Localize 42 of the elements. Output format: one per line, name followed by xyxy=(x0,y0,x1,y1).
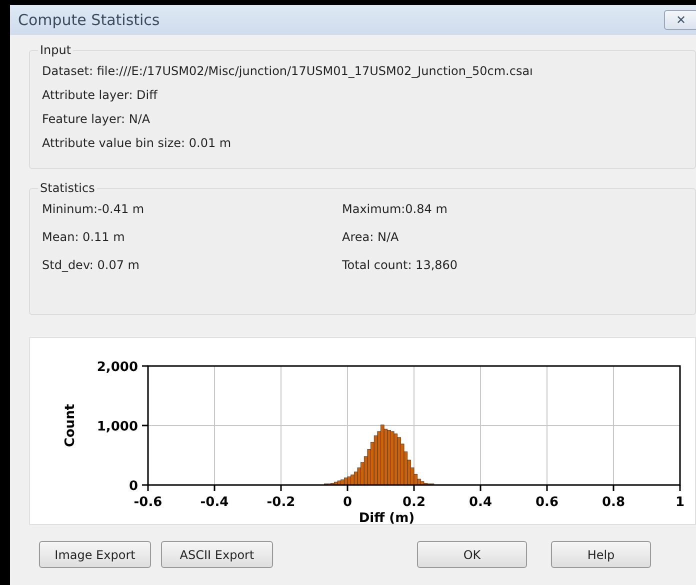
image-export-button[interactable]: Image Export xyxy=(39,541,151,568)
close-button[interactable]: ✕ xyxy=(664,10,696,30)
y-axis-title: Count xyxy=(63,404,78,448)
stat-text: Mininum:-0.41 m xyxy=(42,201,146,218)
tick-mark xyxy=(214,485,216,491)
info-text: Attribute layer: Diff xyxy=(42,87,159,104)
tick-mark xyxy=(142,424,148,426)
ok-button[interactable]: OK xyxy=(417,541,527,568)
x-tick-label: 0.8 xyxy=(602,495,626,510)
x-tick-label: -0.6 xyxy=(134,495,162,510)
x-tick-label: -0.4 xyxy=(200,495,229,510)
tick-mark xyxy=(679,485,681,491)
x-tick-label: 0.4 xyxy=(468,495,492,510)
tick-mark xyxy=(612,485,614,491)
x-tick-label: 0.2 xyxy=(402,495,426,510)
info-text: Feature layer: N/A xyxy=(42,111,152,128)
stat-text: Maximum:0.84 m xyxy=(342,201,448,218)
x-tick-label: 1 xyxy=(675,495,685,510)
ascii-export-button[interactable]: ASCII Export xyxy=(161,541,273,568)
y-tick-label: 1,000 xyxy=(96,420,138,434)
tick-mark xyxy=(480,485,482,491)
x-axis-title: Diff (m) xyxy=(358,511,415,524)
group-title: Input xyxy=(39,43,72,57)
x-tick-label: 0 xyxy=(342,495,352,510)
help-button[interactable]: Help xyxy=(551,541,651,568)
y-tick-label: 0 xyxy=(128,479,138,494)
x-tick-label: 0.6 xyxy=(535,495,559,510)
tick-mark xyxy=(413,485,415,491)
y-tick-label: 2,000 xyxy=(96,360,138,375)
stat-text: Total count: 13,860 xyxy=(342,257,459,274)
stat-text: Std_dev: 0.07 m xyxy=(42,257,140,274)
stat-text: Area: N/A xyxy=(342,229,400,246)
stat-text: Mean: 0.11 m xyxy=(42,229,126,246)
window-title: Compute Statistics xyxy=(18,11,160,29)
x-tick-label: -0.2 xyxy=(266,495,296,510)
info-text: Dataset: file:///E:/17USM02/Misc/junction/17USM01_17USM02_Junction_50cm.csaı xyxy=(42,63,534,80)
tick-mark xyxy=(280,485,282,491)
info-text: Attribute value bin size: 0.01 m xyxy=(42,135,232,152)
tick-mark xyxy=(546,485,548,491)
group-title: Statistics xyxy=(39,181,96,195)
tick-mark xyxy=(346,485,348,491)
tick-mark xyxy=(142,365,148,367)
